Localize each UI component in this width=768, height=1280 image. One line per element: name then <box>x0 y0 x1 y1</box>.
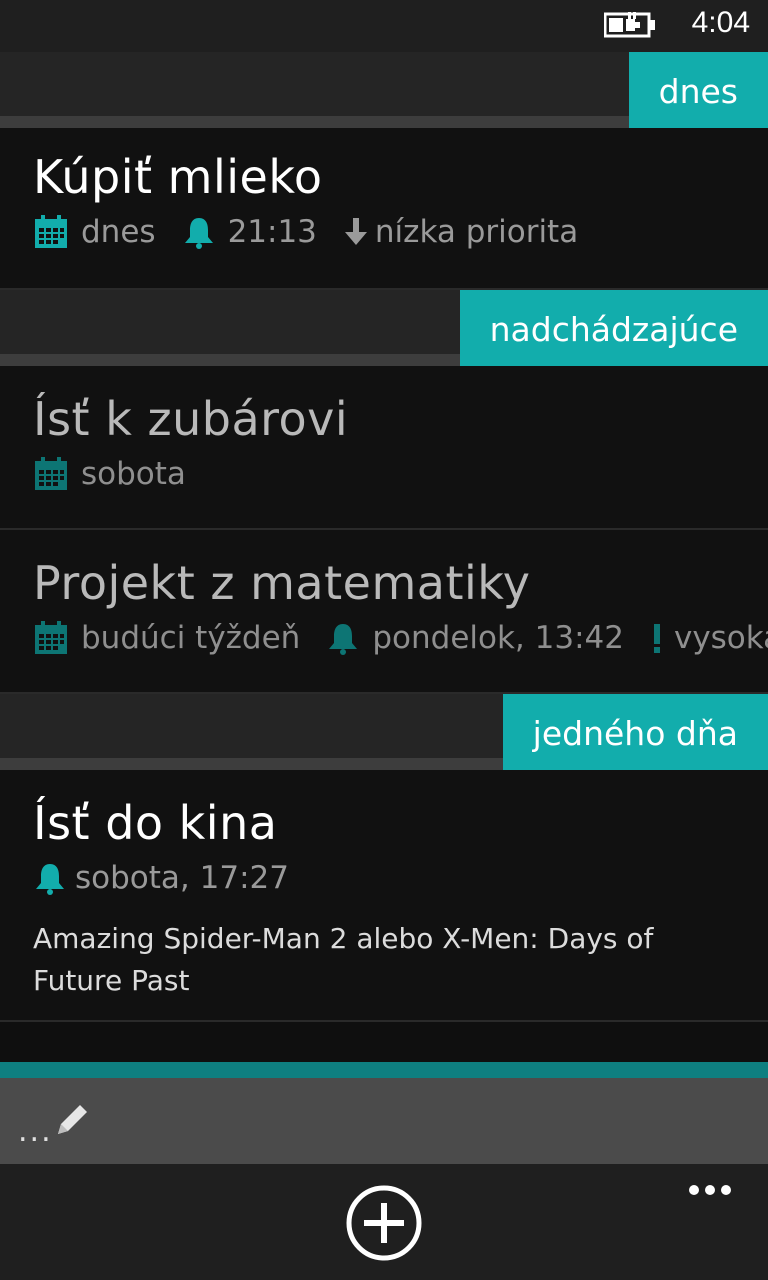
task-title: Ísť k zubárovi <box>33 392 349 446</box>
accent-strip <box>0 1062 768 1078</box>
task-date: dnes <box>81 214 156 250</box>
section-label: jedného dňa <box>502 694 768 770</box>
section-header-someday: jedného dňa <box>0 694 768 770</box>
bell-icon <box>182 215 216 249</box>
task-priority: vysoká priorita <box>673 620 768 656</box>
section-header-upcoming: nadchádzajúce <box>0 290 768 366</box>
exclamation-icon <box>650 622 664 654</box>
section-header-today: dnes <box>0 52 768 128</box>
calendar-icon <box>33 456 69 492</box>
battery-charging-icon <box>603 10 656 40</box>
clock: 4:04 <box>691 6 750 39</box>
task-meta: dnes 21:13 nízka priorita <box>33 214 578 250</box>
app-bar <box>0 1164 768 1280</box>
quick-add-bar[interactable]: ... <box>0 1078 768 1164</box>
task-title: Kúpiť mlieko <box>33 150 323 204</box>
task-meta: sobota <box>33 456 186 492</box>
calendar-icon <box>33 620 69 656</box>
task-item[interactable]: Ísť k zubárovi sobota <box>0 366 768 530</box>
task-title: Projekt z matematiky <box>33 556 531 610</box>
quick-add-dots: ... <box>18 1114 53 1149</box>
task-title: Ísť do kina <box>33 796 278 850</box>
task-reminder: sobota, 17:27 <box>75 860 289 896</box>
bell-icon <box>326 621 360 655</box>
task-meta: budúci týždeň pondelok, 13:42 vysoká pri… <box>33 620 768 656</box>
task-date: sobota <box>81 456 186 492</box>
task-item[interactable]: Kúpiť mlieko dnes 21:13 nízka priorita <box>0 128 768 290</box>
status-bar: 4:04 <box>0 0 768 52</box>
pencil-icon[interactable] <box>52 1100 92 1144</box>
arrow-down-icon <box>343 216 369 248</box>
task-date: budúci týždeň <box>81 620 301 656</box>
task-reminder: pondelok, 13:42 <box>372 620 624 656</box>
task-note: Amazing Spider-Man 2 alebo X-Men: Days o… <box>33 922 654 997</box>
task-reminder: 21:13 <box>227 214 317 250</box>
task-meta: sobota, 17:27 <box>33 860 289 896</box>
task-item[interactable]: Ísť do kina sobota, 17:27 Amazing Spider… <box>0 770 768 1022</box>
task-priority: nízka priorita <box>374 214 579 250</box>
section-label: dnes <box>628 52 768 128</box>
more-options-icon[interactable] <box>686 1180 734 1204</box>
bell-icon <box>33 861 67 895</box>
add-circle-icon[interactable] <box>345 1184 423 1266</box>
task-item[interactable]: Projekt z matematiky budúci týždeň ponde… <box>0 530 768 694</box>
section-label: nadchádzajúce <box>459 290 768 366</box>
calendar-icon <box>33 214 69 250</box>
